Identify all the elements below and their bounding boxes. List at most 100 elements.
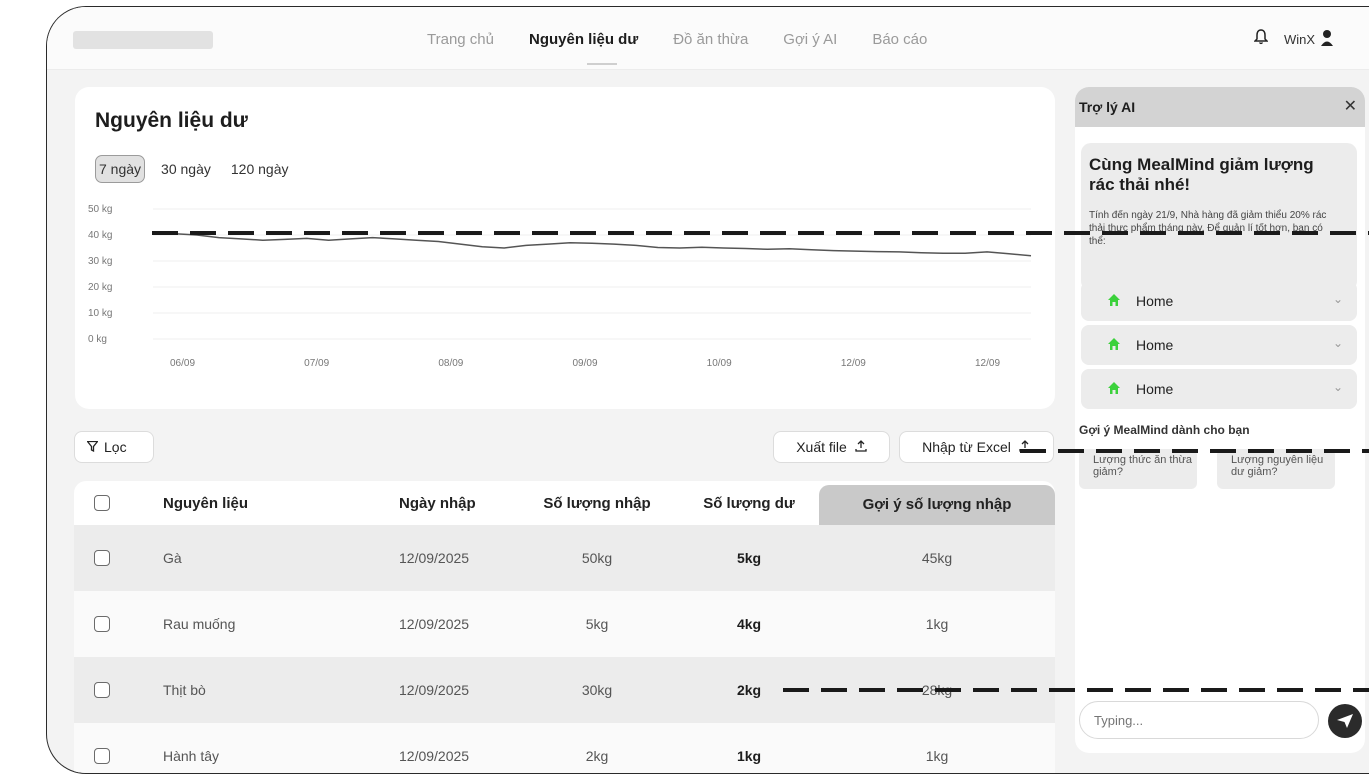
cell-suggested-qty: 1kg bbox=[925, 748, 949, 764]
accordion-label: Home bbox=[1136, 337, 1174, 353]
filter-label: Lọc bbox=[104, 439, 127, 455]
upload-icon bbox=[1019, 439, 1031, 455]
main-nav: Trang chủ Nguyên liệu dư Đồ ăn thừa Gợi … bbox=[427, 31, 962, 65]
export-file-button[interactable]: Xuất file bbox=[773, 431, 890, 463]
filter-icon bbox=[86, 439, 99, 455]
upload-icon bbox=[855, 439, 867, 455]
app-window: Trang chủ Nguyên liệu dư Đồ ăn thừa Gợi … bbox=[46, 6, 1369, 774]
import-label: Nhập từ Excel bbox=[922, 439, 1011, 455]
header-suggested-qty[interactable]: Gợi ý số lượng nhập bbox=[819, 485, 1055, 525]
cell-import-qty: 5kg bbox=[585, 616, 609, 632]
suggestions-title: Gợi ý MealMind dành cho bạn bbox=[1079, 423, 1250, 437]
table-row[interactable]: Hành tây 12/09/2025 2kg 1kg 1kg bbox=[74, 723, 1055, 773]
ai-intro-body: Tính đến ngày 21/9, Nhà hàng đã giảm thi… bbox=[1089, 210, 1327, 247]
leftover-chart-card: Nguyên liệu dư 7 ngày 30 ngày 120 ngày 5… bbox=[75, 87, 1055, 409]
cell-suggested-qty: 28kg bbox=[921, 682, 953, 698]
user-avatar-icon[interactable] bbox=[1319, 28, 1335, 48]
y-tick-label: 0 kg bbox=[88, 334, 107, 345]
range-tab-30-days[interactable]: 30 ngày bbox=[161, 156, 211, 182]
cell-leftover-qty: 4kg bbox=[736, 616, 762, 632]
y-tick-label: 10 kg bbox=[88, 308, 112, 319]
range-tabs: 7 ngày 30 ngày 120 ngày bbox=[95, 155, 308, 183]
ai-panel-title: Trợ lý AI bbox=[1079, 99, 1136, 115]
header-leftover-qty[interactable]: Số lượng dư bbox=[684, 495, 814, 512]
table-row[interactable]: Gà 12/09/2025 50kg 5kg 45kg bbox=[74, 525, 1055, 591]
top-navbar: Trang chủ Nguyên liệu dư Đồ ăn thừa Gợi … bbox=[47, 7, 1369, 70]
cell-import-date: 12/09/2025 bbox=[399, 616, 470, 632]
table-header-row: Nguyên liệu Ngày nhập Số lượng nhập Số l… bbox=[74, 481, 1055, 525]
send-button[interactable] bbox=[1328, 704, 1362, 738]
cell-ingredient: Hành tây bbox=[163, 748, 220, 764]
nav-ai-suggestions[interactable]: Gợi ý AI bbox=[783, 31, 837, 48]
chart-title: Nguyên liệu dư bbox=[95, 109, 248, 132]
ai-intro-heading: Cùng MealMind giảm lượng rác thải nhé! bbox=[1089, 155, 1314, 194]
header-ingredient[interactable]: Nguyên liệu bbox=[163, 495, 248, 512]
accordion-label: Home bbox=[1136, 293, 1174, 309]
cell-import-qty: 2kg bbox=[585, 748, 609, 764]
chat-input[interactable] bbox=[1079, 701, 1319, 739]
header-import-date[interactable]: Ngày nhập bbox=[399, 495, 476, 512]
accordion-item[interactable]: Home ⌄ bbox=[1081, 325, 1357, 365]
table-row[interactable]: Thịt bò 12/09/2025 30kg 2kg 28kg bbox=[74, 657, 1055, 723]
filter-button[interactable]: Lọc bbox=[74, 431, 154, 463]
row-checkbox[interactable] bbox=[94, 748, 110, 764]
send-icon bbox=[1336, 713, 1354, 734]
series-line bbox=[152, 231, 1032, 257]
chevron-down-icon[interactable]: ⌄ bbox=[1333, 336, 1343, 350]
row-checkbox[interactable] bbox=[94, 550, 110, 566]
close-icon[interactable]: ✕ bbox=[1344, 96, 1357, 116]
ingredients-table: Nguyên liệu Ngày nhập Số lượng nhập Số l… bbox=[74, 481, 1055, 773]
accordion-item[interactable]: Home ⌄ bbox=[1081, 281, 1357, 321]
row-checkbox[interactable] bbox=[94, 616, 110, 632]
bell-icon[interactable] bbox=[1253, 29, 1269, 50]
home-icon bbox=[1107, 337, 1121, 351]
y-tick-label: 50 kg bbox=[88, 204, 112, 215]
range-tab-7-days[interactable]: 7 ngày bbox=[95, 155, 146, 183]
y-tick-label: 20 kg bbox=[88, 282, 112, 293]
leftover-line-chart: 50 kg 40 kg 30 kg 20 kg 10 kg 0 kg 06/09 07/09 0… bbox=[88, 204, 1032, 369]
cell-leftover-qty: 5kg bbox=[736, 550, 762, 566]
chevron-down-icon[interactable]: ⌄ bbox=[1333, 380, 1343, 394]
nav-leftover-ingredients[interactable]: Nguyên liệu dư bbox=[529, 31, 638, 65]
x-tick-label: 12/09 bbox=[841, 358, 866, 369]
cell-leftover-qty: 2kg bbox=[736, 682, 762, 698]
row-checkbox[interactable] bbox=[94, 682, 110, 698]
nav-leftover-food[interactable]: Đồ ăn thừa bbox=[673, 31, 748, 48]
x-tick-label: 07/09 bbox=[304, 358, 329, 369]
cell-import-date: 12/09/2025 bbox=[399, 682, 470, 698]
ai-intro-card: Cùng MealMind giảm lượng rác thải nhé! T… bbox=[1081, 143, 1357, 291]
cell-ingredient: Gà bbox=[163, 550, 182, 566]
nav-home[interactable]: Trang chủ bbox=[427, 31, 494, 48]
cell-import-date: 12/09/2025 bbox=[399, 550, 470, 566]
suggestion-chip[interactable]: Lượng nguyên liệu dư giảm? bbox=[1217, 449, 1335, 489]
home-icon bbox=[1107, 293, 1121, 307]
export-label: Xuất file bbox=[796, 439, 847, 455]
suggestion-chip[interactable]: Lượng thức ăn thừa giảm? bbox=[1079, 449, 1197, 489]
nav-reports[interactable]: Báo cáo bbox=[872, 31, 927, 48]
import-excel-button[interactable]: Nhập từ Excel bbox=[899, 431, 1054, 463]
cell-import-qty: 30kg bbox=[581, 682, 613, 698]
cell-import-date: 12/09/2025 bbox=[399, 748, 470, 764]
y-tick-label: 30 kg bbox=[88, 256, 112, 267]
range-tab-120-days[interactable]: 120 ngày bbox=[231, 156, 289, 182]
chevron-down-icon[interactable]: ⌄ bbox=[1333, 292, 1343, 306]
accordion-item[interactable]: Home ⌄ bbox=[1081, 369, 1357, 409]
cell-ingredient: Thịt bò bbox=[163, 682, 206, 698]
user-name[interactable]: WinX bbox=[1284, 32, 1315, 47]
home-icon bbox=[1107, 381, 1121, 395]
x-tick-label: 09/09 bbox=[573, 358, 598, 369]
x-tick-label: 06/09 bbox=[170, 358, 195, 369]
cell-ingredient: Rau muống bbox=[163, 616, 236, 632]
accordion-label: Home bbox=[1136, 381, 1174, 397]
table-row[interactable]: Rau muống 12/09/2025 5kg 4kg 1kg bbox=[74, 591, 1055, 657]
y-tick-label: 40 kg bbox=[88, 230, 112, 241]
logo-placeholder bbox=[73, 31, 213, 49]
header-import-qty[interactable]: Số lượng nhập bbox=[532, 495, 662, 512]
cell-import-qty: 50kg bbox=[581, 550, 613, 566]
ai-assistant-panel: Trợ lý AI ✕ Cùng MealMind giảm lượng rác… bbox=[1075, 87, 1365, 753]
x-tick-label: 08/09 bbox=[438, 358, 463, 369]
select-all-checkbox[interactable] bbox=[94, 495, 110, 511]
ai-panel-header: Trợ lý AI ✕ bbox=[1075, 87, 1365, 127]
cell-leftover-qty: 1kg bbox=[736, 748, 762, 764]
x-tick-label: 10/09 bbox=[707, 358, 732, 369]
